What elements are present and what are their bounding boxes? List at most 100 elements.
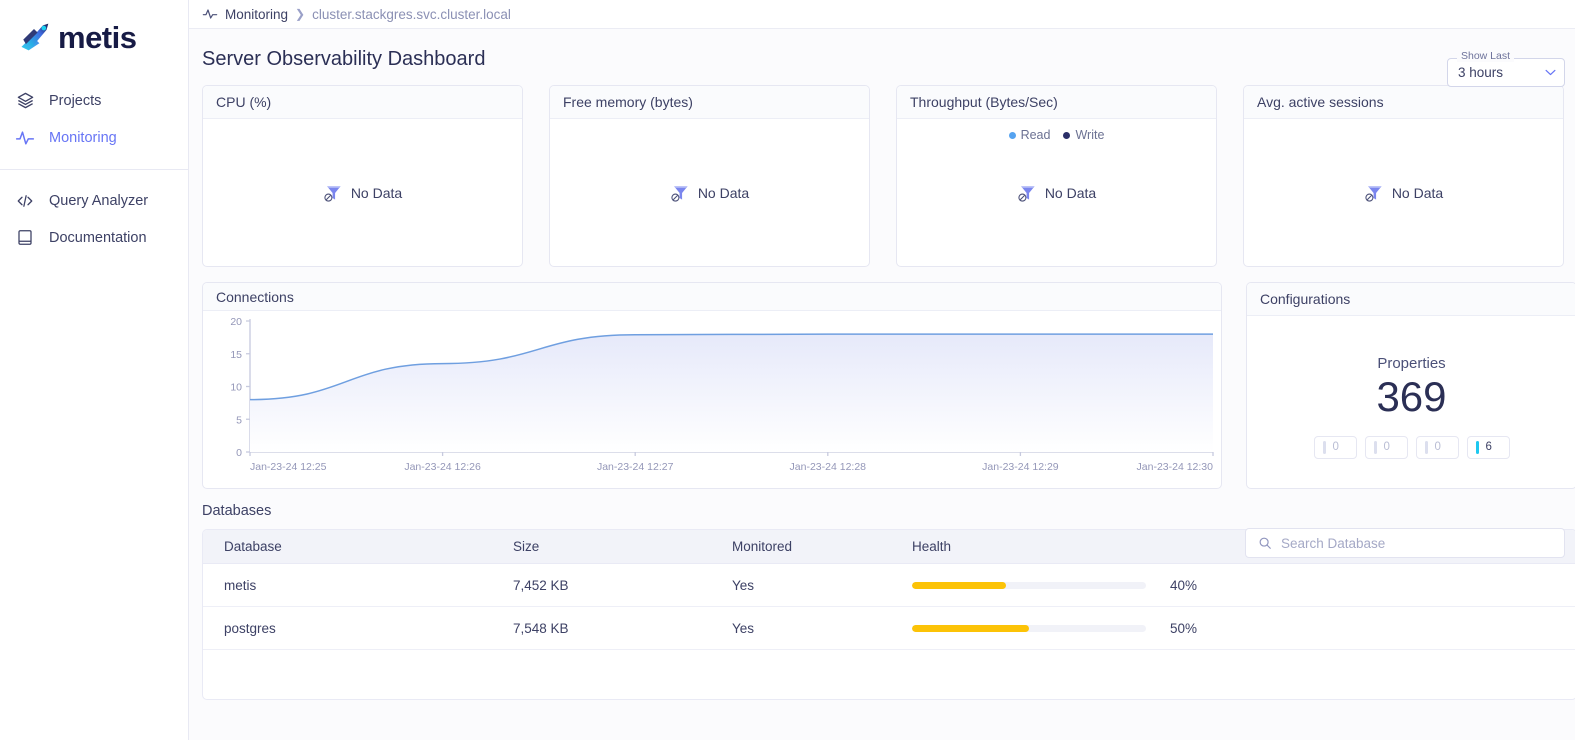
svg-text:Jan-23-24 12:30: Jan-23-24 12:30 bbox=[1137, 461, 1214, 473]
svg-text:Jan-23-24 12:27: Jan-23-24 12:27 bbox=[597, 461, 674, 473]
connections-chart: 05101520Jan-23-24 12:25Jan-23-24 12:26Ja… bbox=[203, 311, 1221, 488]
book-icon bbox=[15, 228, 35, 248]
cell-database: metis bbox=[203, 578, 513, 593]
sidebar-nav: Projects Monitoring bbox=[0, 82, 188, 256]
config-badge-active[interactable]: 6 bbox=[1467, 436, 1510, 459]
no-data-funnel-icon bbox=[323, 183, 343, 203]
config-badge[interactable]: 0 bbox=[1416, 436, 1459, 459]
column-header-size[interactable]: Size bbox=[513, 539, 732, 554]
metric-card-cpu: CPU (%) No Data bbox=[202, 85, 523, 267]
layers-icon bbox=[15, 91, 35, 111]
sidebar-divider bbox=[0, 169, 188, 170]
card-title: CPU (%) bbox=[203, 86, 522, 119]
panel-title: Connections bbox=[203, 283, 1221, 311]
cell-monitored: Yes bbox=[732, 621, 912, 636]
configurations-body: Properties 369 0 0 bbox=[1247, 316, 1575, 488]
metric-card-throughput: Throughput (Bytes/Sec) Read Write bbox=[896, 85, 1217, 267]
metric-cards-row: CPU (%) No Data bbox=[202, 85, 1565, 267]
metric-card-avg-active-sessions: Avg. active sessions N bbox=[1243, 85, 1564, 267]
search-database-box[interactable] bbox=[1245, 528, 1565, 558]
sidebar-item-label: Query Analyzer bbox=[49, 193, 148, 209]
legend-label: Write bbox=[1075, 128, 1104, 142]
badge-bar-icon bbox=[1476, 441, 1479, 454]
table-footer-row bbox=[203, 650, 1575, 699]
sidebar-item-label: Projects bbox=[49, 93, 101, 109]
svg-text:5: 5 bbox=[236, 414, 242, 426]
health-percent-label: 40% bbox=[1170, 578, 1197, 593]
legend-item-write[interactable]: Write bbox=[1063, 128, 1104, 142]
badge-bar-icon bbox=[1425, 441, 1428, 454]
cell-size: 7,452 KB bbox=[513, 578, 732, 593]
sidebar-item-label: Documentation bbox=[49, 230, 147, 246]
breadcrumb-current: cluster.stackgres.svc.cluster.local bbox=[312, 7, 511, 22]
svg-text:20: 20 bbox=[230, 316, 242, 328]
badge-value: 0 bbox=[1333, 441, 1339, 453]
column-header-monitored[interactable]: Monitored bbox=[732, 539, 912, 554]
page-title: Server Observability Dashboard bbox=[189, 29, 1575, 71]
table-row[interactable]: metis 7,452 KB Yes 40% bbox=[203, 564, 1575, 607]
no-data-funnel-icon bbox=[670, 183, 690, 203]
chevron-right-icon: ❯ bbox=[295, 7, 305, 21]
health-bar-fill bbox=[912, 625, 1029, 632]
card-title: Free memory (bytes) bbox=[550, 86, 869, 119]
charts-row: Connections 05101520Jan-23-24 12:25Jan-2… bbox=[202, 282, 1565, 489]
card-body: Read Write bbox=[897, 119, 1216, 266]
no-data-state: No Data bbox=[323, 183, 402, 203]
panel-title: Configurations bbox=[1247, 283, 1575, 316]
config-badge[interactable]: 0 bbox=[1365, 436, 1408, 459]
metis-rocket-logo-icon bbox=[16, 20, 52, 54]
sidebar-group-secondary: Query Analyzer Documentation bbox=[0, 182, 188, 256]
legend-label: Read bbox=[1021, 128, 1051, 142]
breadcrumb-root[interactable]: Monitoring bbox=[225, 7, 288, 22]
svg-text:0: 0 bbox=[236, 447, 242, 459]
connections-panel: Connections 05101520Jan-23-24 12:25Jan-2… bbox=[202, 282, 1222, 489]
sidebar-item-projects[interactable]: Projects bbox=[0, 82, 188, 119]
breadcrumb: Monitoring ❯ cluster.stackgres.svc.clust… bbox=[189, 0, 1575, 29]
no-data-label: No Data bbox=[1045, 185, 1096, 201]
databases-title: Databases bbox=[202, 501, 271, 519]
column-header-health[interactable]: Health bbox=[912, 539, 1252, 554]
badge-value: 0 bbox=[1435, 441, 1441, 453]
no-data-label: No Data bbox=[351, 185, 402, 201]
no-data-label: No Data bbox=[1392, 185, 1443, 201]
sidebar-item-documentation[interactable]: Documentation bbox=[0, 219, 188, 256]
databases-header: Databases bbox=[202, 501, 1565, 519]
show-last-control: Show Last 3 hours bbox=[1447, 58, 1565, 87]
sidebar-item-monitoring[interactable]: Monitoring bbox=[0, 119, 188, 156]
config-badge[interactable]: 0 bbox=[1314, 436, 1357, 459]
badge-value: 0 bbox=[1384, 441, 1390, 453]
properties-label: Properties bbox=[1377, 355, 1445, 372]
card-body: No Data bbox=[550, 119, 869, 266]
brand-logo[interactable]: metis bbox=[0, 14, 188, 54]
svg-text:Jan-23-24 12:26: Jan-23-24 12:26 bbox=[404, 461, 481, 473]
no-data-state: No Data bbox=[670, 183, 749, 203]
card-title: Avg. active sessions bbox=[1244, 86, 1563, 119]
legend-item-read[interactable]: Read bbox=[1009, 128, 1051, 142]
metric-card-free-memory: Free memory (bytes) No bbox=[549, 85, 870, 267]
show-last-label: Show Last bbox=[1457, 50, 1514, 62]
brand-name: metis bbox=[58, 22, 136, 53]
properties-value: 369 bbox=[1376, 372, 1446, 422]
sidebar-group-primary: Projects Monitoring bbox=[0, 82, 188, 156]
chevron-down-icon bbox=[1545, 69, 1556, 76]
svg-text:15: 15 bbox=[230, 349, 242, 361]
show-last-value: 3 hours bbox=[1458, 65, 1503, 80]
search-input[interactable] bbox=[1281, 536, 1536, 551]
column-header-database[interactable]: Database bbox=[203, 539, 513, 554]
svg-text:10: 10 bbox=[230, 382, 242, 394]
dashboard-content: CPU (%) No Data bbox=[189, 85, 1575, 700]
code-brackets-icon bbox=[15, 191, 35, 211]
legend-dot-read bbox=[1009, 132, 1016, 139]
svg-text:Jan-23-24 12:28: Jan-23-24 12:28 bbox=[790, 461, 867, 473]
badge-bar-icon bbox=[1323, 441, 1326, 454]
sidebar-item-label: Monitoring bbox=[49, 130, 117, 146]
health-bar-fill bbox=[912, 582, 1006, 589]
sidebar-item-query-analyzer[interactable]: Query Analyzer bbox=[0, 182, 188, 219]
cell-size: 7,548 KB bbox=[513, 621, 732, 636]
show-last-select[interactable]: 3 hours bbox=[1447, 58, 1565, 87]
table-row[interactable]: postgres 7,548 KB Yes 50% bbox=[203, 607, 1575, 650]
cell-monitored: Yes bbox=[732, 578, 912, 593]
app-root: metis Projects bbox=[0, 0, 1575, 740]
badge-value: 6 bbox=[1486, 441, 1492, 453]
health-bar-track bbox=[912, 625, 1146, 632]
